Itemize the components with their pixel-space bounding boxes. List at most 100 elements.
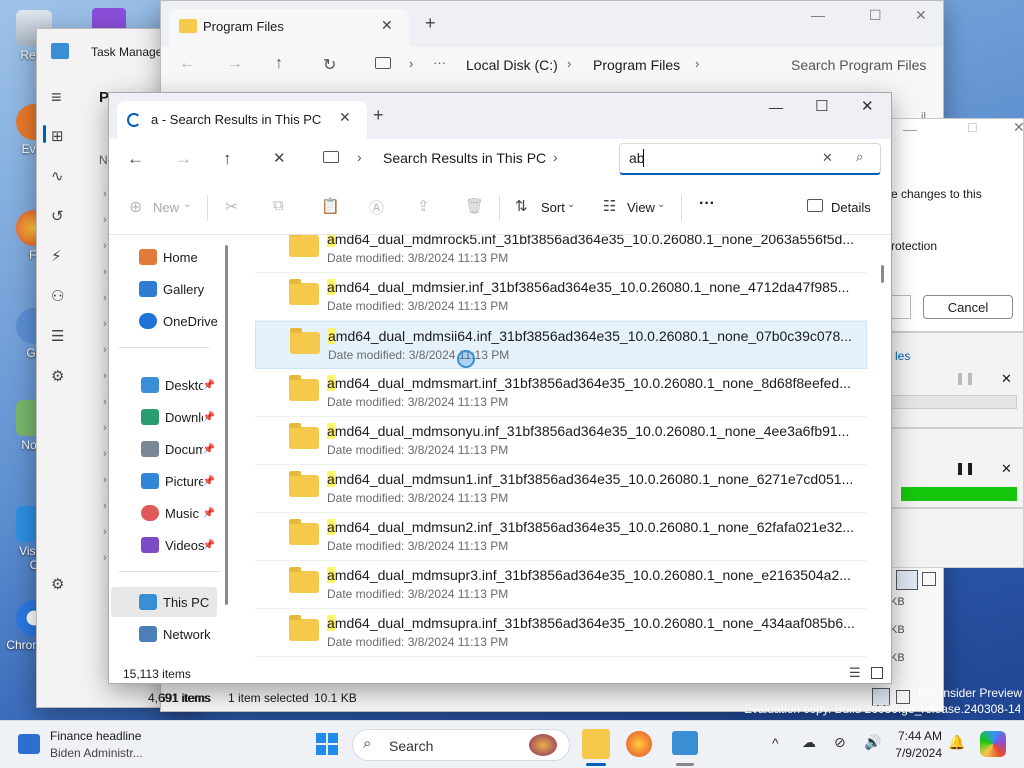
volume-icon[interactable]: 🔊	[864, 734, 881, 751]
back-tab[interactable]: Program Files ✕	[169, 9, 409, 47]
show-hidden-icons-chevron[interactable]: ^	[772, 735, 779, 751]
back-address-seg2[interactable]: Program Files	[593, 57, 680, 73]
hamburger-icon[interactable]: ≡	[51, 87, 62, 108]
details-pane-icon[interactable]	[807, 199, 823, 212]
dialog-ok-button[interactable]	[891, 295, 911, 319]
list-scrollbar[interactable]	[881, 265, 884, 283]
details-icon[interactable]: ☰	[51, 327, 64, 345]
back-refresh-icon[interactable]: ↻	[323, 55, 336, 75]
new-tab-icon[interactable]: +	[373, 105, 384, 126]
back-minimize-icon[interactable]: —	[811, 7, 825, 23]
list-item[interactable]: amd64_dual_mdmsmart.inf_31bf3856ad364e35…	[255, 369, 867, 417]
nav-item-network[interactable]: › Network	[139, 620, 229, 648]
network-disconnected-icon[interactable]: ☁	[802, 734, 816, 751]
app-history-icon[interactable]: ↺	[51, 207, 64, 225]
back-tab-close-icon[interactable]: ✕	[381, 17, 393, 34]
delete-icon[interactable]: 🗑	[465, 197, 484, 215]
clock-time[interactable]: 7:44 AM	[894, 729, 942, 743]
details-view-icon[interactable]: ☰	[849, 665, 861, 681]
widgets-news-subtitle[interactable]: Biden Administr...	[50, 746, 143, 760]
services-icon[interactable]: ⚙	[51, 367, 64, 385]
dialog-cancel-button[interactable]: Cancel	[923, 295, 1013, 319]
cancel-icon-1[interactable]: ✕	[1001, 371, 1012, 387]
tab-search-results[interactable]: a - Search Results in This PC ✕	[117, 101, 367, 139]
forward-icon[interactable]: →	[175, 149, 192, 169]
search-results-window[interactable]: a - Search Results in This PC ✕ + — ☐ ✕ …	[108, 92, 892, 684]
list-item[interactable]: amd64_dual_mdmsun1.inf_31bf3856ad364e35_…	[255, 465, 867, 513]
new-button[interactable]: New	[153, 200, 179, 215]
nav-item-music[interactable]: Music 📌	[141, 499, 217, 527]
processes-icon[interactable]: ⊞	[51, 127, 64, 145]
taskbar-firefox-icon[interactable]	[626, 731, 652, 757]
back-search-input[interactable]: Search Program Files	[791, 57, 926, 73]
tab-close-icon[interactable]: ✕	[339, 109, 351, 126]
tiles-view-icon[interactable]	[871, 667, 883, 679]
dialog-details-view-icon[interactable]	[896, 570, 918, 590]
back-address-more-icon[interactable]: ···	[433, 55, 446, 70]
nav-item-pictures[interactable]: Pictures 📌	[141, 467, 217, 495]
widgets-finance-icon[interactable]	[18, 734, 40, 754]
dialog-tiles-view-icon[interactable]	[922, 572, 936, 586]
nav-item-this-pc[interactable]: › This PC	[139, 588, 229, 616]
notifications-bell-icon[interactable]: 🔔	[948, 734, 965, 751]
progress-link[interactable]: les	[895, 349, 910, 363]
nav-item-videos[interactable]: Videos 📌	[141, 531, 217, 559]
sort-icon[interactable]: ⇅	[515, 197, 528, 215]
stop-icon[interactable]: ✕	[273, 149, 286, 167]
search-icon[interactable]: ⌕	[856, 149, 863, 165]
address-segment[interactable]: Search Results in This PC	[383, 150, 546, 166]
users-icon[interactable]: ⚇	[51, 287, 64, 305]
nav-item-gallery[interactable]: Gallery	[139, 275, 229, 303]
view-icon[interactable]: ☷	[603, 197, 616, 215]
list-item[interactable]: amd64_dual_mdmsupr3.inf_31bf3856ad364e35…	[255, 561, 867, 609]
list-item-selected[interactable]: amd64_dual_mdmsii64.inf_31bf3856ad364e35…	[255, 321, 867, 369]
taskbar-task-manager-icon[interactable]	[672, 731, 698, 755]
up-icon[interactable]: ↑	[223, 149, 232, 169]
view-button[interactable]: View	[627, 200, 655, 215]
nav-scrollbar[interactable]	[225, 245, 228, 605]
pause-icon-2[interactable]: ❚❚	[955, 461, 975, 475]
start-windows-icon[interactable]	[316, 733, 338, 755]
minimize-icon[interactable]: —	[769, 99, 783, 115]
replace-dialog[interactable]: — ☐ ✕ e changes to this rotection Cancel	[890, 118, 1024, 332]
nav-item-downloads[interactable]: Downloads 📌	[141, 403, 217, 431]
back-address-seg1[interactable]: Local Disk (C:)	[466, 57, 558, 73]
list-item[interactable]: amd64_dual_mdmsupra.inf_31bf3856ad364e35…	[255, 609, 867, 657]
nav-item-desktop[interactable]: Desktop 📌	[141, 371, 217, 399]
copilot-icon[interactable]	[980, 731, 1006, 757]
clear-search-icon[interactable]: ✕	[822, 150, 833, 166]
nav-item-onedrive[interactable]: › OneDrive	[139, 307, 229, 335]
details-button[interactable]: Details	[831, 200, 871, 215]
copy-icon[interactable]: ⧉	[273, 197, 284, 214]
cut-icon[interactable]: ✂	[225, 197, 238, 217]
cancel-icon-2[interactable]: ✕	[1001, 461, 1012, 477]
paste-icon[interactable]: 📋	[321, 197, 340, 215]
nav-item-documents[interactable]: Documents 📌	[141, 435, 217, 463]
nav-item-home[interactable]: Home	[139, 243, 229, 271]
new-icon[interactable]: ⊕	[129, 197, 142, 217]
dialog-close-icon[interactable]: ✕	[1013, 119, 1024, 136]
taskbar-search-box[interactable]: ⌕ Search	[352, 729, 570, 761]
performance-icon[interactable]: ∿	[51, 167, 64, 185]
clock-date[interactable]: 7/9/2024	[894, 746, 942, 760]
back-up-icon[interactable]: ↑	[275, 55, 283, 73]
sort-button[interactable]: Sort	[541, 200, 565, 215]
back-close-icon[interactable]: ✕	[915, 7, 927, 24]
share-icon[interactable]: ⇪	[417, 197, 430, 215]
list-item[interactable]: amd64_dual_mdmsonyu.inf_31bf3856ad364e35…	[255, 417, 867, 465]
widgets-news-title[interactable]: Finance headline	[50, 729, 141, 743]
search-box[interactable]: ab ✕ ⌕	[619, 143, 881, 175]
settings-gear-icon[interactable]: ⚙	[51, 575, 64, 593]
rename-icon[interactable]: Ⓐ	[369, 197, 384, 218]
maximize-icon[interactable]: ☐	[815, 97, 828, 115]
more-options-button[interactable]: ···	[699, 195, 715, 213]
list-item[interactable]: amd64_dual_mdmsun2.inf_31bf3856ad364e35_…	[255, 513, 867, 561]
dialog-minimize-icon[interactable]: —	[903, 121, 917, 137]
list-item[interactable]: amd64_dual_mdmrock5.inf_31bf3856ad364e35…	[255, 235, 867, 273]
pause-icon-1[interactable]: ❚❚	[955, 371, 975, 385]
close-icon[interactable]: ✕	[861, 97, 874, 115]
back-maximize-icon[interactable]: ☐	[869, 7, 882, 24]
dialog-maximize-icon[interactable]: ☐	[967, 121, 978, 135]
taskbar-file-explorer-icon[interactable]	[582, 729, 610, 759]
back-forward-icon[interactable]: →	[227, 55, 243, 73]
